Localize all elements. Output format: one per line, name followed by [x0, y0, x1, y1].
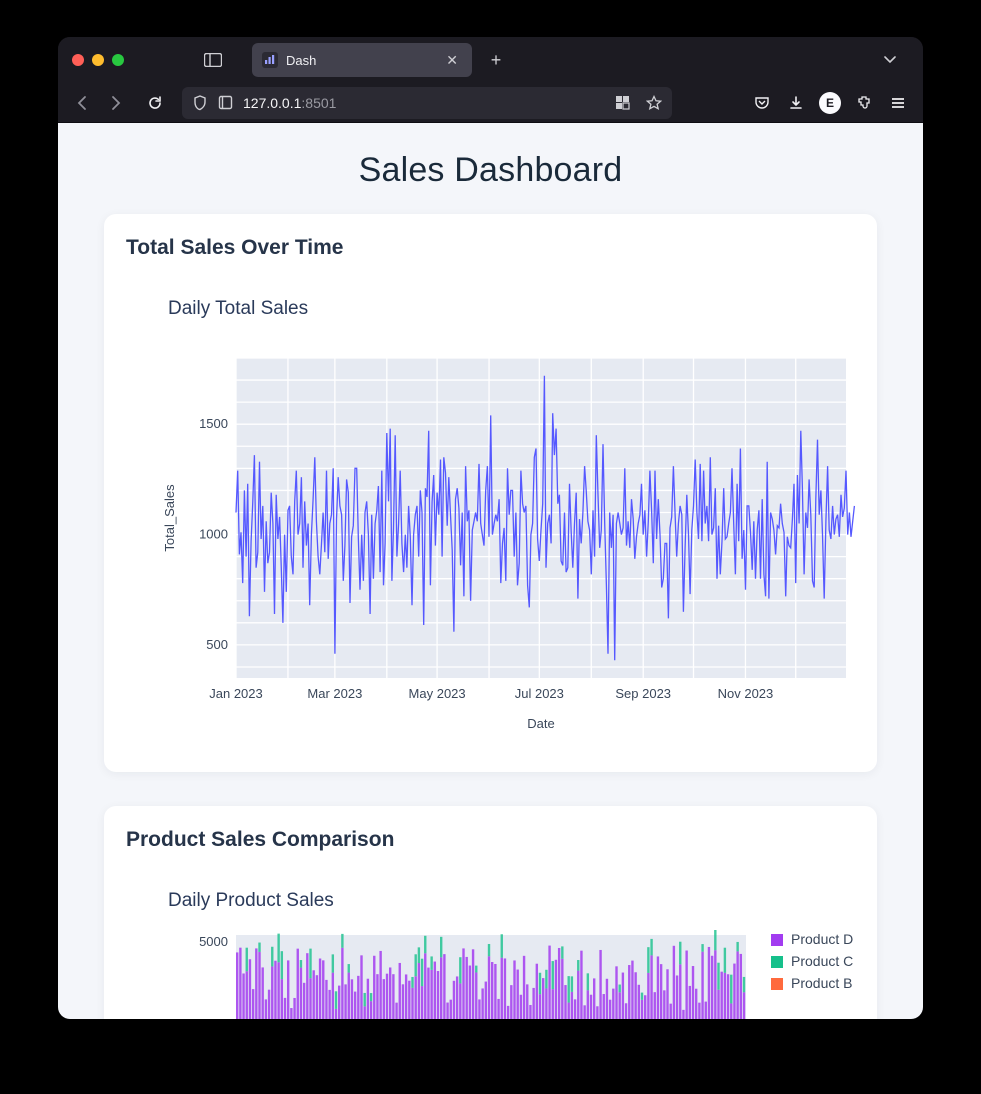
back-button[interactable] [68, 88, 98, 118]
toolbar: 127.0.0.1:8501 E [58, 83, 923, 123]
sidebar-toggle-icon[interactable] [200, 50, 226, 70]
tabs-overflow-icon[interactable] [883, 53, 907, 67]
svg-text:1000: 1000 [199, 527, 228, 542]
svg-text:Product C: Product C [791, 953, 853, 969]
page-title: Sales Dashboard [58, 123, 923, 214]
zoom-window-button[interactable] [112, 54, 124, 66]
chart-total-sales[interactable]: Daily Total Sales 500 1000 1500 Jan 2023 Mar… [126, 278, 855, 744]
bar-chart-svg: 5000 Product D Product C Product B [136, 930, 856, 1019]
url-text: 127.0.0.1:8501 [243, 95, 336, 111]
tab-favicon-icon [262, 52, 278, 68]
chart-title-total-sales: Daily Total Sales [168, 298, 845, 320]
site-info-icon[interactable] [218, 95, 233, 110]
browser-window: Dash ✕ + 127.0.0.1:8501 [58, 37, 923, 1019]
pocket-icon[interactable] [747, 88, 777, 118]
svg-text:Mar 2023: Mar 2023 [307, 686, 362, 701]
window-controls [72, 54, 124, 66]
chart-product-sales[interactable]: Daily Product Sales 5000 Product D Product… [126, 870, 855, 1019]
svg-text:Sep 2023: Sep 2023 [615, 686, 671, 701]
chart-title-product-sales: Daily Product Sales [168, 890, 845, 912]
minimize-window-button[interactable] [92, 54, 104, 66]
svg-text:May 2023: May 2023 [409, 686, 466, 701]
svg-text:Date: Date [527, 716, 554, 731]
address-bar[interactable]: 127.0.0.1:8501 [182, 87, 672, 119]
forward-button[interactable] [100, 88, 130, 118]
tab-strip: Dash ✕ + [58, 37, 923, 83]
svg-text:500: 500 [206, 637, 228, 652]
svg-text:Nov 2023: Nov 2023 [718, 686, 774, 701]
extensions-icon[interactable] [849, 88, 879, 118]
svg-text:1500: 1500 [199, 416, 228, 431]
url-rest: :8501 [301, 95, 336, 111]
downloads-icon[interactable] [781, 88, 811, 118]
svg-text:5000: 5000 [199, 934, 228, 949]
card-total-sales: Total Sales Over Time Daily Total Sales … [104, 214, 877, 772]
reload-button[interactable] [140, 88, 170, 118]
url-host: 127.0.0.1 [243, 95, 301, 111]
line-chart-svg: 500 1000 1500 Jan 2023 Mar 2023 May 2023 Jul 2… [136, 338, 856, 738]
tab-title: Dash [286, 53, 316, 68]
app-menu-icon[interactable] [883, 88, 913, 118]
card-product-sales: Product Sales Comparison Daily Product S… [104, 806, 877, 1019]
close-window-button[interactable] [72, 54, 84, 66]
page-viewport: Sales Dashboard Total Sales Over Time Da… [58, 123, 923, 1019]
browser-tab[interactable]: Dash ✕ [252, 43, 472, 77]
reader-view-icon[interactable] [615, 95, 630, 110]
card-heading-total-sales: Total Sales Over Time [126, 236, 855, 260]
svg-text:Jul 2023: Jul 2023 [515, 686, 564, 701]
svg-text:Product D: Product D [791, 931, 853, 947]
shield-icon[interactable] [192, 95, 208, 111]
svg-text:Product B: Product B [791, 975, 852, 991]
card-heading-product-sales: Product Sales Comparison [126, 828, 855, 852]
svg-text:Total_Sales: Total_Sales [162, 484, 177, 552]
bookmark-star-icon[interactable] [646, 95, 662, 111]
tab-close-icon[interactable]: ✕ [442, 50, 462, 71]
svg-text:Jan 2023: Jan 2023 [209, 686, 263, 701]
new-tab-button[interactable]: + [482, 46, 510, 74]
extension-badge[interactable]: E [815, 88, 845, 118]
